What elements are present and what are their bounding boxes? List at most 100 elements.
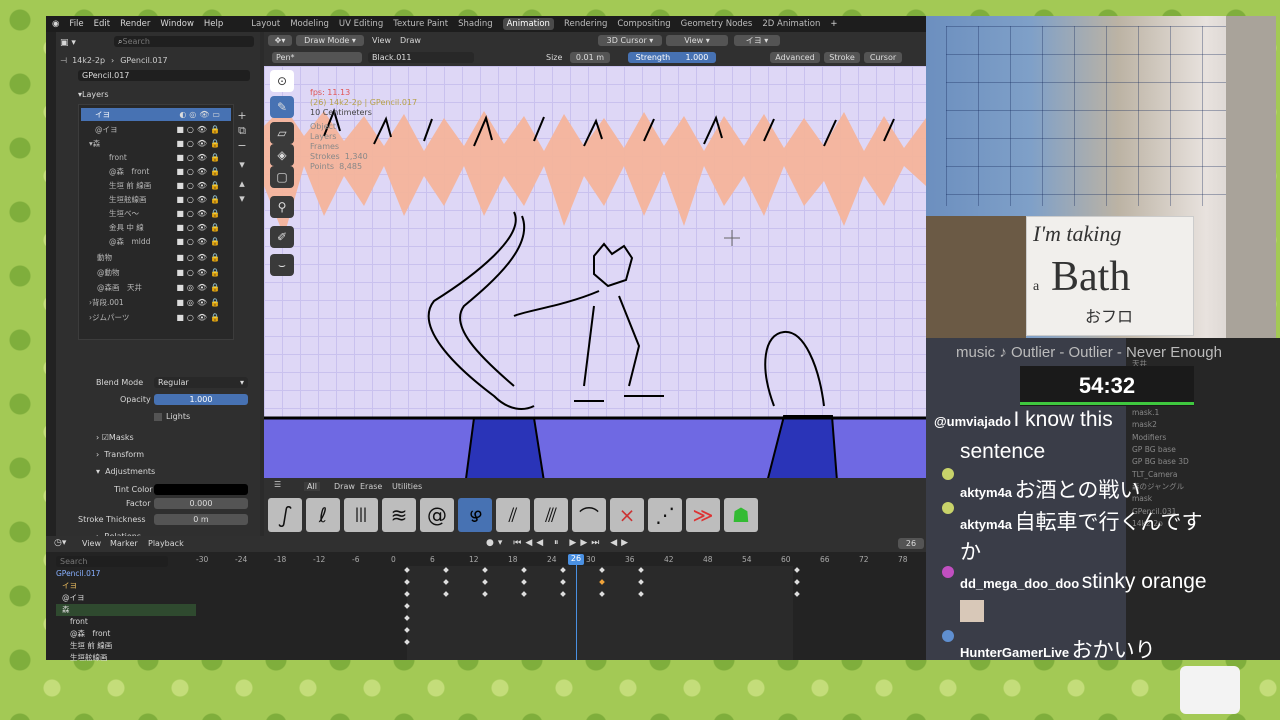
channel-layer[interactable]: front bbox=[56, 616, 196, 628]
cursor-tool-icon[interactable]: ⊙ bbox=[270, 70, 294, 92]
pin-icon[interactable]: ⊣ bbox=[60, 56, 72, 65]
layer-item[interactable]: 金具 中 線 ■○👁🔒 bbox=[81, 221, 231, 234]
tint-tool-icon[interactable]: ⚲ bbox=[270, 196, 294, 218]
outliner-item[interactable]: mask bbox=[1132, 493, 1189, 505]
layer-item[interactable]: 生垣舷線画 ■○👁🔒 bbox=[81, 193, 231, 206]
tab-rendering[interactable]: Rendering bbox=[564, 19, 607, 29]
transform-panel-header[interactable]: › Transform bbox=[96, 448, 144, 461]
channel-object[interactable]: GPencil.017 bbox=[56, 568, 196, 580]
move-up-icon[interactable]: ▴ bbox=[236, 176, 248, 191]
brush-red-icon[interactable]: ≫ bbox=[686, 498, 720, 532]
outliner-item[interactable]: mask.1 bbox=[1132, 407, 1189, 419]
layer-item[interactable]: @森 mldd ■○👁🔒 bbox=[81, 235, 231, 248]
channel-layer[interactable]: @イヨ bbox=[56, 592, 196, 604]
eyedropper-tool-icon[interactable]: ✐ bbox=[270, 226, 294, 248]
layer-item[interactable]: 生垣ベ〜 ■○👁🔒 bbox=[81, 207, 231, 220]
layer-select[interactable]: イヨ ▾ bbox=[734, 35, 780, 46]
brush-airbrush-icon[interactable]: @ bbox=[420, 498, 454, 532]
tab-all[interactable]: All bbox=[304, 482, 320, 491]
move-down-icon[interactable]: ▾ bbox=[236, 191, 248, 206]
menu-help[interactable]: Help bbox=[204, 19, 223, 29]
view-select[interactable]: View ▾ bbox=[666, 35, 728, 46]
adjustments-panel-header[interactable]: ▾ Adjustments bbox=[96, 465, 155, 478]
masks-panel-header[interactable]: › ☑ Masks bbox=[96, 431, 134, 444]
add-workspace-icon[interactable]: + bbox=[830, 19, 837, 29]
strength-slider[interactable]: Strength 1.000 bbox=[628, 52, 716, 63]
mode-select[interactable]: Draw Mode ▾ bbox=[296, 35, 364, 46]
tab-uv-editing[interactable]: UV Editing bbox=[339, 19, 383, 29]
menu-render[interactable]: Render bbox=[120, 19, 150, 29]
channel-layer[interactable]: 生垣舷線画 bbox=[56, 652, 196, 664]
shelf-menu-icon[interactable]: ☰ bbox=[274, 480, 281, 489]
channel-group[interactable]: 森 bbox=[56, 604, 196, 616]
stroke-thickness-field[interactable]: 0 m bbox=[154, 514, 248, 525]
editor-type-icon[interactable]: ◷▾ bbox=[54, 538, 66, 548]
brush-marker-icon[interactable]: ꔖ bbox=[344, 498, 378, 532]
editor-type-icon[interactable]: ▣ ▾ bbox=[60, 36, 76, 49]
layer-item[interactable]: @イヨ ■○👁🔒 bbox=[81, 123, 231, 136]
fill-tool-icon[interactable]: ◈ bbox=[270, 144, 294, 166]
layer-item[interactable]: 生垣 前 線画 ■○👁🔒 bbox=[81, 179, 231, 192]
menu-window[interactable]: Window bbox=[160, 19, 194, 29]
outliner-item[interactable]: mask2 bbox=[1132, 419, 1189, 431]
layer-item[interactable]: 動物 ■○👁🔒 bbox=[81, 251, 231, 264]
stroke-menu[interactable]: Stroke bbox=[824, 52, 860, 63]
lights-checkbox[interactable]: Lights bbox=[154, 410, 190, 423]
layer-group[interactable]: ▾ 森 ■○👁🔒 bbox=[81, 137, 231, 150]
tab-texture-paint[interactable]: Texture Paint bbox=[393, 19, 448, 29]
layers-panel-header[interactable]: ▾ Layers bbox=[78, 88, 109, 101]
keyframe-diamond[interactable] bbox=[794, 579, 800, 585]
tab-compositing[interactable]: Compositing bbox=[617, 19, 670, 29]
erase-tool-icon[interactable]: ▱ bbox=[270, 122, 294, 144]
box-tool-icon[interactable]: ▢ bbox=[270, 166, 294, 188]
channel-layer[interactable]: 生垣 前 線画 bbox=[56, 640, 196, 652]
remove-layer-icon[interactable]: − bbox=[236, 138, 248, 153]
tab-utilities[interactable]: Utilities bbox=[392, 482, 422, 491]
copy-layer-icon[interactable]: ⧉ bbox=[236, 123, 248, 138]
channel-layer[interactable]: イヨ bbox=[56, 580, 196, 592]
current-frame-field[interactable]: 26 bbox=[898, 538, 924, 549]
placement-3d-cursor[interactable]: 3D Cursor ▾ bbox=[598, 35, 662, 46]
tint-color-swatch[interactable] bbox=[154, 484, 248, 495]
add-layer-icon[interactable]: + bbox=[236, 108, 248, 123]
menu-view[interactable]: View bbox=[82, 539, 101, 548]
layer-menu-icon[interactable]: ▾ bbox=[236, 157, 248, 172]
blender-logo-icon[interactable]: ◉ bbox=[52, 19, 59, 29]
menu-marker[interactable]: Marker bbox=[110, 539, 138, 548]
brush-fill-icon[interactable]: ⌒ bbox=[572, 498, 606, 532]
layer-item[interactable]: front ■○👁🔒 bbox=[81, 151, 231, 164]
brush-selected-icon[interactable]: ഴ bbox=[458, 498, 492, 532]
tab-geometry-nodes[interactable]: Geometry Nodes bbox=[681, 19, 753, 29]
editor-type-icon[interactable]: ✥▾ bbox=[268, 35, 292, 46]
advanced-menu[interactable]: Advanced bbox=[770, 52, 820, 63]
layer-item[interactable]: @森画 天井 ■◎👁🔒 bbox=[81, 281, 231, 294]
layer-item-iyo[interactable]: イヨ ◐◎👁▭ bbox=[81, 108, 231, 121]
drawing-viewport[interactable]: fps: 11.13 (26) 14k2-2p | GPencil.017 10… bbox=[264, 66, 926, 494]
tab-draw[interactable]: Draw bbox=[334, 482, 355, 491]
outliner-item[interactable]: 森のジャングル bbox=[1132, 481, 1189, 493]
menu-view[interactable]: View bbox=[372, 36, 391, 45]
brush-select[interactable]: Pen* bbox=[272, 52, 362, 63]
playback-controls[interactable]: ●▾ ⏮◀◀ ⏸ ▶▶⏭ ◀▶ bbox=[486, 538, 632, 548]
props-search-input[interactable]: ⌕ Search bbox=[114, 36, 254, 47]
outliner-item[interactable]: GP BG base bbox=[1132, 444, 1189, 456]
keyframe-diamond[interactable] bbox=[794, 591, 800, 597]
channel-layer[interactable]: @森 front bbox=[56, 628, 196, 640]
brush-chisel-icon[interactable]: ≋ bbox=[382, 498, 416, 532]
material-select[interactable]: Black.011 bbox=[368, 52, 474, 63]
menu-file[interactable]: File bbox=[69, 19, 83, 29]
layer-group[interactable]: › 背段.001 ■◎👁🔒 bbox=[81, 296, 231, 309]
playhead-line[interactable] bbox=[576, 554, 577, 660]
layer-item[interactable]: @動物 ■○👁🔒 bbox=[81, 266, 231, 279]
brush-eraser-icon[interactable]: ⨯ bbox=[610, 498, 644, 532]
layer-item[interactable]: @森 front ■○👁🔒 bbox=[81, 165, 231, 178]
tab-erase[interactable]: Erase bbox=[360, 482, 382, 491]
size-field[interactable]: 0.01 m bbox=[570, 52, 610, 63]
frame-ruler[interactable]: -30 -24 -18 -12 -6 0 6 12 18 24 30 36 42 48 54 60 66 72 78 bbox=[196, 554, 926, 566]
factor-field[interactable]: 0.000 bbox=[154, 498, 248, 509]
brush-tint-icon[interactable]: ⋰ bbox=[648, 498, 682, 532]
curve-tool-icon[interactable]: ⌣ bbox=[270, 254, 294, 276]
brush-hatch-icon[interactable]: ⫻ bbox=[534, 498, 568, 532]
brush-pen-icon[interactable]: ℓ bbox=[306, 498, 340, 532]
object-name-field[interactable]: GPencil.017 bbox=[78, 70, 250, 81]
